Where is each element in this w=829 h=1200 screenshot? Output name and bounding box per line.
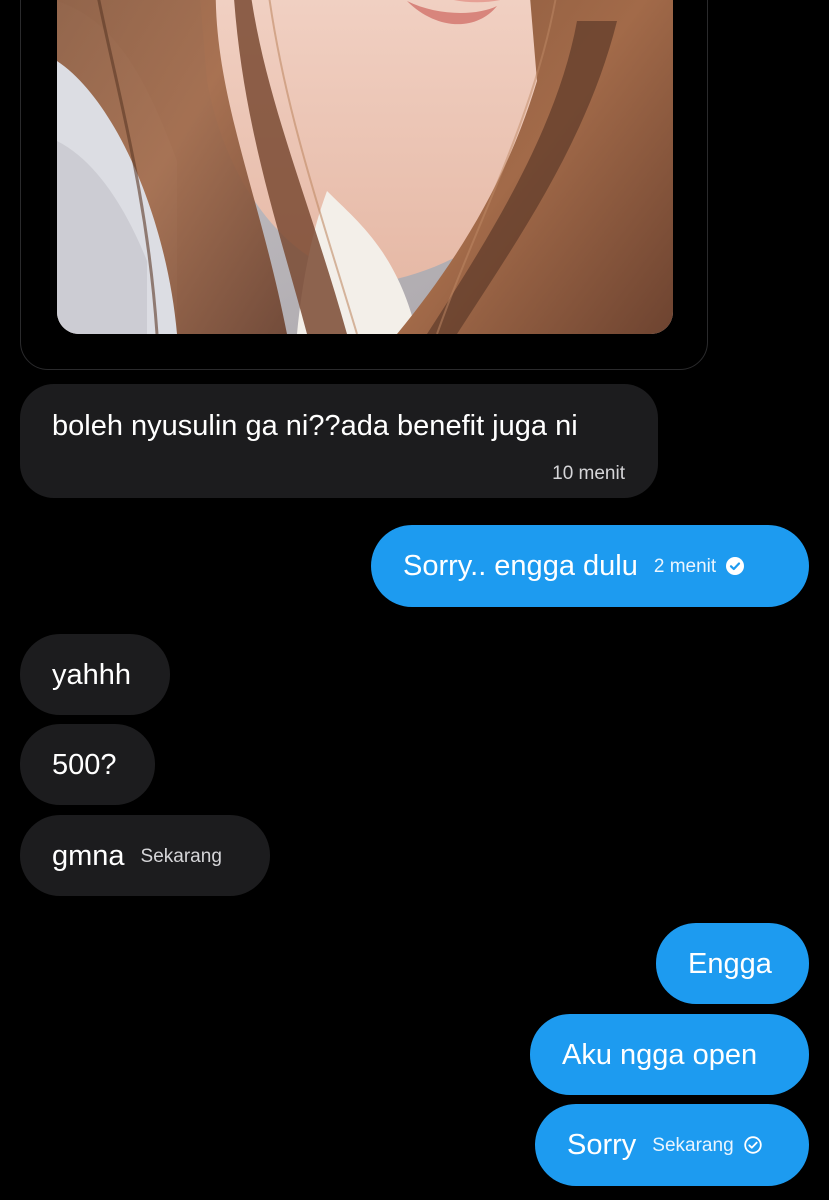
incoming-message[interactable]: 500? — [20, 724, 155, 805]
check-circle-filled-icon — [726, 557, 745, 576]
incoming-message[interactable]: gmna Sekarang — [20, 815, 270, 896]
message-timestamp: 10 menit — [552, 463, 625, 484]
message-text: Engga — [688, 948, 772, 980]
message-text: Sorry — [567, 1129, 637, 1161]
outgoing-message[interactable]: Engga — [656, 923, 809, 1004]
check-circle-outline-icon — [743, 1136, 762, 1155]
message-text: boleh nyusulin ga ni??ada benefit juga n… — [52, 410, 578, 442]
message-timestamp: Sekarang — [652, 1135, 734, 1157]
incoming-message[interactable]: yahhh — [20, 634, 170, 715]
incoming-message[interactable]: boleh nyusulin ga ni??ada benefit juga n… — [20, 384, 658, 498]
outgoing-message[interactable]: Sorry.. engga dulu 2 menit — [371, 525, 809, 607]
media-message-card[interactable] — [20, 0, 708, 370]
message-text: Aku ngga open — [562, 1039, 758, 1071]
message-text: 500? — [52, 749, 117, 781]
message-text: Sorry.. engga dulu — [403, 550, 638, 582]
message-timestamp: Sekarang — [140, 846, 222, 868]
message-text: gmna — [52, 840, 125, 872]
outgoing-message[interactable]: Sorry Sekarang — [535, 1104, 809, 1186]
shared-photo[interactable] — [57, 0, 673, 334]
message-text: yahhh — [52, 659, 132, 691]
outgoing-message[interactable]: Aku ngga open — [530, 1014, 809, 1095]
message-timestamp: 2 menit — [653, 556, 717, 578]
